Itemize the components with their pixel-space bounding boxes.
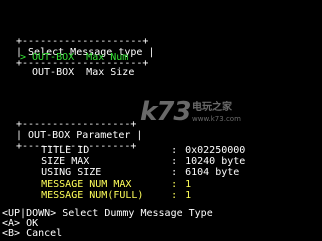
param-value: 1 — [185, 190, 192, 201]
param-label: MESSAGE NUM(FULL) — [41, 190, 144, 201]
select-header-top-border: +--------------------+ — [16, 36, 149, 47]
parameter-header-top-border: +------------------+ — [16, 119, 137, 130]
watermark-url: www.k73.com — [192, 115, 241, 123]
param-colon: : — [171, 190, 178, 201]
param-value: 6104 byte — [185, 167, 240, 178]
watermark-logo: k73 — [140, 97, 191, 127]
menu-item-max-size[interactable]: OUT-BOX Max Size — [32, 67, 134, 78]
k73-watermark: k73 电玩之家 www.k73.com — [140, 98, 250, 134]
help-cancel: <B> Cancel — [2, 228, 63, 239]
watermark-cn-text: 电玩之家 — [192, 102, 232, 113]
homebrew-screen: +--------------------+ | Select Message … — [0, 0, 322, 241]
menu-item-max-num[interactable]: OUT-BOX Max Num — [32, 52, 128, 63]
menu-cursor: > — [20, 52, 27, 63]
